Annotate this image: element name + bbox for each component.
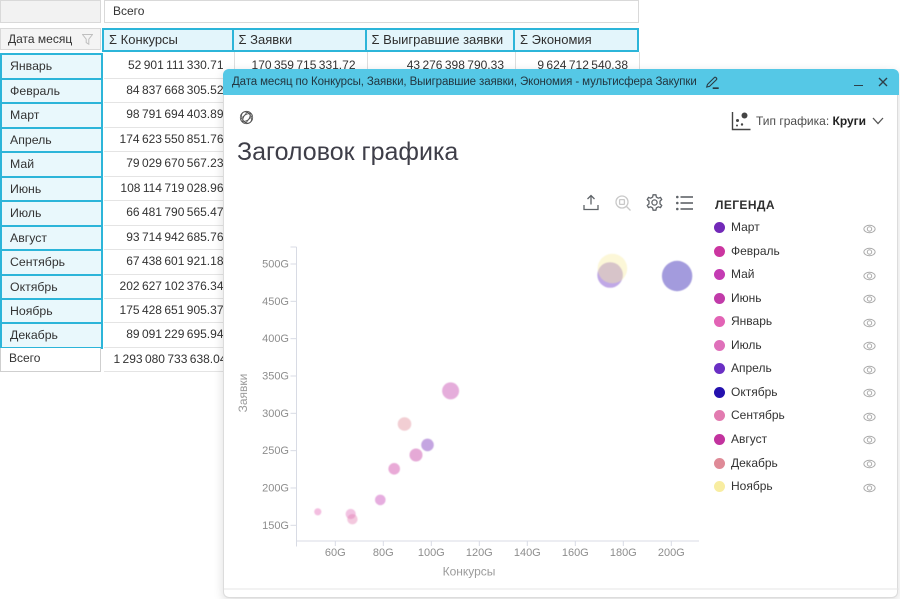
svg-text:Конкурсы: Конкурсы <box>443 565 496 579</box>
svg-text:160G: 160G <box>562 547 589 559</box>
svg-text:80G: 80G <box>373 547 394 559</box>
svg-text:200G: 200G <box>262 482 289 494</box>
svg-text:60G: 60G <box>325 547 346 559</box>
svg-text:150G: 150G <box>262 520 289 532</box>
svg-text:120G: 120G <box>466 547 493 559</box>
svg-text:140G: 140G <box>514 547 541 559</box>
svg-text:200G: 200G <box>658 547 685 559</box>
svg-text:300G: 300G <box>262 408 289 420</box>
svg-text:250G: 250G <box>262 445 289 457</box>
svg-text:100G: 100G <box>418 547 445 559</box>
svg-text:180G: 180G <box>610 547 637 559</box>
svg-text:500G: 500G <box>262 259 289 271</box>
svg-text:450G: 450G <box>262 296 289 308</box>
svg-text:Заявки: Заявки <box>236 374 250 413</box>
svg-text:350G: 350G <box>262 370 289 382</box>
svg-text:400G: 400G <box>262 333 289 345</box>
